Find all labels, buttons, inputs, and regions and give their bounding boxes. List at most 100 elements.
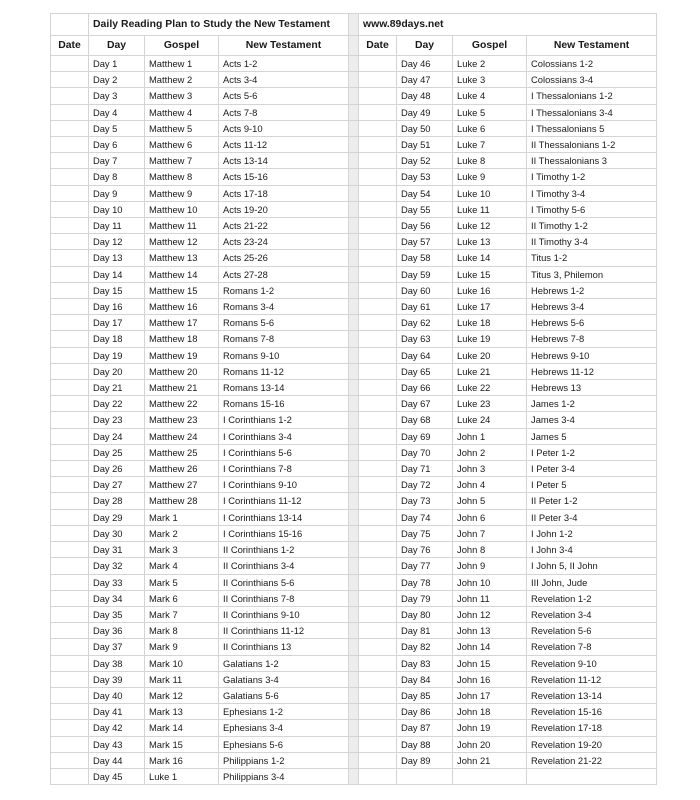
- cell-date-left[interactable]: [50, 524, 89, 543]
- cell-date-right[interactable]: [358, 638, 398, 656]
- cell-date-right[interactable]: [358, 751, 398, 769]
- cell-date-left[interactable]: [50, 427, 89, 445]
- cell-date-right[interactable]: [358, 767, 398, 786]
- cell-date-left[interactable]: [50, 508, 89, 526]
- cell-date-left[interactable]: [50, 217, 89, 235]
- cell-date-left[interactable]: [50, 281, 89, 300]
- cell-date-right[interactable]: [358, 443, 398, 462]
- cell-day-left: Day 36: [88, 622, 145, 640]
- cell-gospel-right: Luke 23: [452, 395, 528, 413]
- cell-date-left[interactable]: [50, 87, 89, 105]
- cell-date-right[interactable]: [358, 719, 398, 737]
- cell-date-right[interactable]: [358, 735, 398, 753]
- cell-date-right[interactable]: [358, 524, 398, 543]
- cell-date-right[interactable]: [358, 152, 398, 170]
- cell-date-right[interactable]: [358, 200, 398, 219]
- gutter-cell: [348, 622, 360, 640]
- cell-date-left[interactable]: [50, 249, 89, 267]
- cell-date-right[interactable]: [358, 379, 398, 397]
- cell-date-right[interactable]: [358, 541, 398, 559]
- cell-date-right[interactable]: [358, 217, 398, 235]
- cell-date-right[interactable]: [358, 330, 398, 348]
- cell-date-left[interactable]: [50, 136, 89, 154]
- cell-date-left[interactable]: [50, 476, 89, 494]
- cell-date-right[interactable]: [358, 573, 398, 591]
- cell-date-left[interactable]: [50, 184, 89, 202]
- cell-date-left[interactable]: [50, 767, 89, 786]
- cell-date-right[interactable]: [358, 168, 398, 186]
- cell-date-left[interactable]: [50, 638, 89, 656]
- cell-date-right[interactable]: [358, 589, 398, 607]
- cell-gospel-right: John 1: [452, 427, 528, 445]
- cell-date-left[interactable]: [50, 703, 89, 721]
- cell-date-right[interactable]: [358, 703, 398, 721]
- cell-date-left[interactable]: [50, 362, 89, 381]
- cell-date-left[interactable]: [50, 670, 89, 688]
- cell-date-left[interactable]: [50, 492, 89, 510]
- cell-date-right[interactable]: [358, 686, 398, 705]
- cell-date-left[interactable]: [50, 411, 89, 429]
- cell-date-left[interactable]: [50, 314, 89, 332]
- cell-date-left[interactable]: [50, 200, 89, 219]
- cell-date-left[interactable]: [50, 379, 89, 397]
- cell-date-left[interactable]: [50, 119, 89, 138]
- cell-date-left[interactable]: [50, 152, 89, 170]
- cell-date-left[interactable]: [50, 265, 89, 283]
- cell-date-right[interactable]: [358, 557, 398, 575]
- cell-date-right[interactable]: [358, 119, 398, 138]
- cell-date-left[interactable]: [50, 719, 89, 737]
- cell-date-right[interactable]: [358, 622, 398, 640]
- cell-date-left[interactable]: [50, 168, 89, 186]
- table-row: Day 22 Matthew 22 Romans 15-16 Day 67 Luke 2…: [50, 395, 658, 413]
- cell-date-left[interactable]: [50, 589, 89, 607]
- cell-date-left[interactable]: [50, 330, 89, 348]
- cell-date-left[interactable]: [50, 751, 89, 769]
- cell-date-right[interactable]: [358, 492, 398, 510]
- cell-date-left[interactable]: [50, 103, 89, 121]
- cell-date-left[interactable]: [50, 654, 89, 672]
- cell-date-right[interactable]: [358, 654, 398, 672]
- cell-date-right[interactable]: [358, 265, 398, 283]
- cell-date-right[interactable]: [358, 298, 398, 316]
- cell-date-left[interactable]: [50, 460, 89, 478]
- cell-date-left[interactable]: [50, 298, 89, 316]
- cell-date-left[interactable]: [50, 346, 89, 364]
- cell-date-right[interactable]: [358, 346, 398, 364]
- cell-gospel-left: Matthew 12: [144, 233, 219, 251]
- cell-date-right[interactable]: [358, 54, 398, 73]
- cell-date-left[interactable]: [50, 573, 89, 591]
- cell-date-right[interactable]: [358, 395, 398, 413]
- cell-date-left[interactable]: [50, 71, 89, 89]
- cell-date-right[interactable]: [358, 136, 398, 154]
- cell-date-left[interactable]: [50, 735, 89, 753]
- cell-date-right[interactable]: [358, 605, 398, 624]
- cell-date-left[interactable]: [50, 395, 89, 413]
- cell-date-right[interactable]: [358, 249, 398, 267]
- cell-date-left[interactable]: [50, 605, 89, 624]
- cell-date-right[interactable]: [358, 87, 398, 105]
- gutter-cell: [348, 443, 360, 462]
- cell-date-right[interactable]: [358, 233, 398, 251]
- cell-gospel-right: John 2: [452, 443, 528, 462]
- cell-date-right[interactable]: [358, 281, 398, 300]
- cell-date-left[interactable]: [50, 54, 89, 73]
- cell-date-right[interactable]: [358, 314, 398, 332]
- cell-new-testament-right: [526, 767, 658, 786]
- cell-date-right[interactable]: [358, 362, 398, 381]
- cell-date-left[interactable]: [50, 622, 89, 640]
- cell-date-right[interactable]: [358, 460, 398, 478]
- cell-date-left[interactable]: [50, 557, 89, 575]
- cell-date-right[interactable]: [358, 670, 398, 688]
- cell-date-left[interactable]: [50, 541, 89, 559]
- cell-date-left[interactable]: [50, 686, 89, 705]
- cell-date-right[interactable]: [358, 427, 398, 445]
- cell-date-right[interactable]: [358, 103, 398, 121]
- cell-date-right[interactable]: [358, 411, 398, 429]
- cell-gospel-left: Matthew 20: [144, 362, 219, 381]
- cell-date-right[interactable]: [358, 508, 398, 526]
- cell-date-left[interactable]: [50, 443, 89, 462]
- cell-date-right[interactable]: [358, 184, 398, 202]
- cell-date-right[interactable]: [358, 71, 398, 89]
- cell-date-left[interactable]: [50, 233, 89, 251]
- cell-date-right[interactable]: [358, 476, 398, 494]
